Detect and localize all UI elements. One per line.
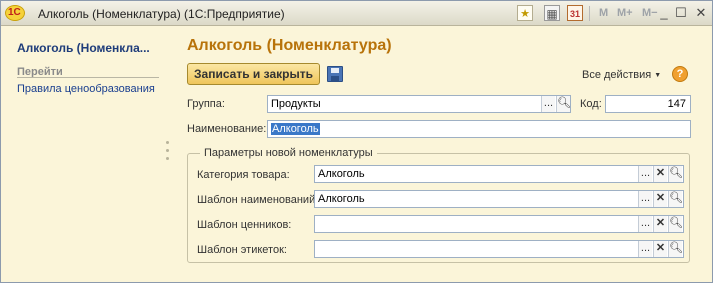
form-main: Алкоголь (Номенклатура) Записать и закры… bbox=[176, 26, 712, 282]
clear-icon[interactable]: ✕ bbox=[653, 191, 667, 207]
category-label: Категория товара: bbox=[197, 169, 290, 181]
name-field[interactable]: Алкоголь bbox=[267, 120, 691, 138]
search-icon[interactable]: 🔍︎ bbox=[668, 166, 683, 182]
category-field[interactable]: Алкоголь ... ✕ 🔍︎ bbox=[314, 165, 684, 183]
select-button[interactable]: ... bbox=[638, 191, 652, 207]
clear-icon[interactable]: ✕ bbox=[653, 241, 667, 257]
maximize-icon[interactable]: ☐ bbox=[673, 5, 689, 21]
calculator-icon[interactable]: ▦ bbox=[544, 5, 560, 21]
clear-icon[interactable]: ✕ bbox=[653, 166, 667, 182]
memory-m-button[interactable]: M bbox=[599, 7, 608, 19]
sidebar-title[interactable]: Алкоголь (Номенкла... bbox=[17, 41, 150, 55]
help-icon[interactable]: ? bbox=[672, 66, 688, 82]
clear-icon[interactable]: ✕ bbox=[653, 216, 667, 232]
name-template-value: Алкоголь bbox=[318, 193, 365, 205]
name-template-label: Шаблон наименований: bbox=[197, 194, 319, 206]
select-button[interactable]: ... bbox=[541, 96, 555, 112]
toolbar-separator bbox=[589, 6, 590, 21]
code-label: Код: bbox=[580, 98, 602, 110]
select-button[interactable]: ... bbox=[638, 166, 652, 182]
price-tag-template-label: Шаблон ценников: bbox=[197, 219, 292, 231]
save-icon[interactable] bbox=[327, 66, 343, 82]
chevron-down-icon: ▼ bbox=[654, 72, 662, 79]
page-title: Алкоголь (Номенклатура) bbox=[187, 37, 392, 54]
code-value: 147 bbox=[667, 98, 686, 110]
name-label: Наименование: bbox=[187, 123, 267, 135]
calendar-icon[interactable]: 31 bbox=[567, 5, 583, 21]
group-label: Группа: bbox=[187, 98, 225, 110]
navigation-panel: Алкоголь (Номенкла... Перейти Правила це… bbox=[1, 26, 169, 282]
name-value: Алкоголь bbox=[271, 123, 320, 135]
search-icon[interactable]: 🔍︎ bbox=[556, 96, 571, 112]
label-template-field[interactable]: ... ✕ 🔍︎ bbox=[314, 240, 684, 258]
logo-text: 1С bbox=[8, 7, 21, 18]
category-value: Алкоголь bbox=[318, 168, 365, 180]
form-window: 1С Алкоголь (Номенклатура) (1С:Предприят… bbox=[0, 0, 713, 283]
name-template-field[interactable]: Алкоголь ... ✕ 🔍︎ bbox=[314, 190, 684, 208]
panel-resize-handle[interactable] bbox=[166, 141, 170, 171]
price-tag-template-field[interactable]: ... ✕ 🔍︎ bbox=[314, 215, 684, 233]
save-and-close-button[interactable]: Записать и закрыть bbox=[187, 63, 320, 85]
label-template-label: Шаблон этикеток: bbox=[197, 244, 287, 256]
group-field[interactable]: Продукты ... 🔍︎ bbox=[267, 95, 571, 113]
search-icon[interactable]: 🔍︎ bbox=[668, 191, 683, 207]
memory-plus-button[interactable]: M+ bbox=[617, 7, 633, 19]
group-value: Продукты bbox=[271, 98, 321, 110]
minimize-icon[interactable]: _ bbox=[656, 5, 672, 21]
search-icon[interactable]: 🔍︎ bbox=[668, 216, 683, 232]
select-button[interactable]: ... bbox=[638, 241, 652, 257]
code-field[interactable]: 147 bbox=[605, 95, 691, 113]
all-actions-label: Все действия bbox=[582, 69, 652, 81]
all-actions-menu[interactable]: Все действия ▼ bbox=[582, 69, 661, 81]
sidebar-item-pricing-rules[interactable]: Правила ценообразования bbox=[17, 83, 155, 95]
window-title: Алкоголь (Номенклатура) (1С:Предприятие) bbox=[38, 7, 285, 21]
star-icon[interactable]: ★ bbox=[517, 5, 533, 21]
close-icon[interactable]: ✕ bbox=[693, 5, 709, 21]
select-button[interactable]: ... bbox=[638, 216, 652, 232]
app-logo-icon[interactable]: 1С bbox=[5, 5, 25, 21]
search-icon[interactable]: 🔍︎ bbox=[668, 241, 683, 257]
group-title: Параметры новой номенклатуры bbox=[200, 147, 377, 159]
title-bar: 1С Алкоголь (Номенклатура) (1С:Предприят… bbox=[1, 1, 712, 26]
sidebar-divider bbox=[17, 77, 159, 78]
